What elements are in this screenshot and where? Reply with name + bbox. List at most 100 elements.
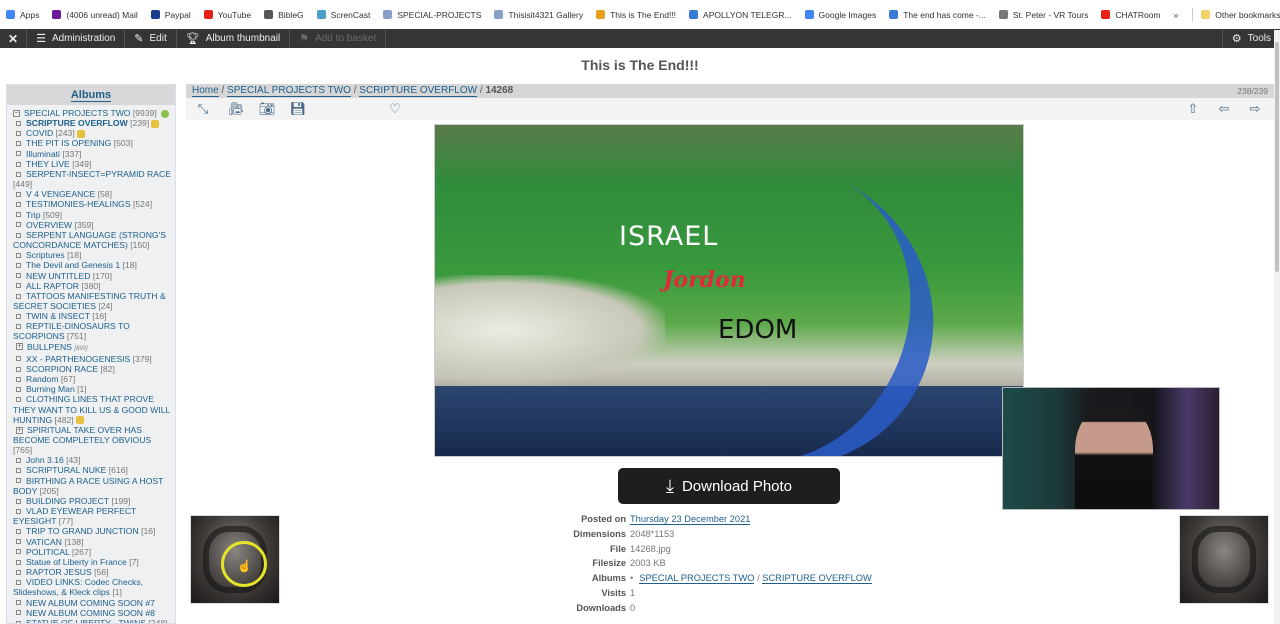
info-key: File: [609, 543, 626, 554]
download-icon: ⤓: [665, 475, 674, 496]
album-link[interactable]: Statue of Liberty in France: [26, 557, 127, 567]
album-link[interactable]: ALL RAPTOR: [26, 281, 79, 291]
album-link[interactable]: POLITICAL: [26, 547, 70, 557]
album-link[interactable]: THE PIT IS OPENING: [26, 138, 111, 148]
album-link[interactable]: NEW UNTITLED: [26, 271, 90, 281]
albums-heading: Albums: [7, 85, 175, 105]
expand-icon[interactable]: +: [16, 343, 23, 351]
bookmark-item[interactable]: APOLLYON TELEGR...: [689, 10, 792, 20]
bullet-icon: [16, 212, 21, 218]
bookmark-item[interactable]: (4006 unread) Mail: [52, 10, 138, 20]
album-count: [67]: [60, 374, 76, 385]
album-count: [43]: [66, 455, 81, 466]
previous-photo-thumbnail[interactable]: ☝: [190, 515, 280, 604]
album-root-link[interactable]: SPECIAL PROJECTS TWO: [24, 108, 131, 118]
album-link[interactable]: SCRIPTURE OVERFLOW: [26, 118, 128, 128]
next-arrow-icon[interactable]: ⇨: [1246, 101, 1264, 117]
download-photo-button[interactable]: ⤓ Download Photo: [618, 468, 840, 504]
album-link[interactable]: VATICAN: [26, 537, 62, 547]
bookmark-item[interactable]: Paypal: [150, 10, 191, 20]
album-link[interactable]: TESTIMONIES-HEALINGS: [26, 199, 131, 209]
album-link[interactable]: V 4 VENGEANCE: [26, 189, 95, 199]
albums-link[interactable]: Albums: [70, 89, 112, 102]
album-item: + SPIRITUAL TAKE OVER HAS BECOME COMPLETE…: [13, 425, 171, 455]
main-photo[interactable]: ISRAEL Jordon EDOM: [434, 124, 1024, 457]
album-link[interactable]: STATUE OF LIBERTY - TWINS: [26, 618, 146, 623]
bookmark-item[interactable]: CHATRoom: [1101, 10, 1161, 20]
save-icon[interactable]: 💾︎: [289, 101, 307, 117]
album-link[interactable]: NEW ALBUM COMING SOON #7: [26, 598, 155, 608]
bookmark-item[interactable]: SPECIAL-PROJECTS: [383, 10, 481, 20]
breadcrumb-home[interactable]: Home: [192, 85, 219, 97]
album-link[interactable]: SCRIPTURAL NUKE: [26, 465, 106, 475]
bookmarks-overflow-button[interactable]: »: [1174, 10, 1179, 20]
album-link[interactable]: BUILDING PROJECT: [26, 496, 109, 506]
album-link[interactable]: BIRTHING A RACE USING A HOST BODY: [13, 476, 163, 496]
album-link[interactable]: Random: [26, 374, 58, 384]
album-link[interactable]: OVERVIEW: [26, 220, 72, 230]
album-item: BIRTHING A RACE USING A HOST BODY [205]: [13, 476, 171, 496]
album-link[interactable]: TATTOOS MANIFESTING TRUTH & SECRET SOCIE…: [13, 291, 166, 311]
info-album-link[interactable]: SPECIAL PROJECTS TWO: [639, 573, 755, 585]
album-link[interactable]: VLAD EYEWEAR PERFECT EYESIGHT: [13, 506, 136, 526]
slideshow-icon[interactable]: 🎥︎: [227, 101, 245, 117]
album-link[interactable]: THEY LIVE: [26, 159, 70, 169]
album-link[interactable]: Scriptures: [26, 250, 65, 260]
album-link[interactable]: BULLPENS: [27, 342, 72, 352]
breadcrumb-subalbum[interactable]: SCRIPTURE OVERFLOW: [359, 85, 478, 97]
album-count: [16]: [141, 526, 156, 537]
bookmark-item[interactable]: ScrenCast: [316, 10, 370, 20]
album-link[interactable]: NEW ALBUM COMING SOON #8: [26, 608, 155, 618]
album-thumbnail-button[interactable]: 🏆︎ Album thumbnail: [177, 29, 291, 48]
bookmark-item[interactable]: The end has come -...: [889, 10, 986, 20]
expand-icon[interactable]: +: [16, 426, 23, 434]
album-count: [349]: [72, 158, 92, 169]
metadata-camera-icon[interactable]: 📷︎: [258, 101, 276, 117]
album-link[interactable]: Burning Man: [26, 384, 75, 394]
bookmark-item[interactable]: This is The End!!!: [596, 10, 676, 20]
album-link[interactable]: CLOTHING LINES THAT PROVE THEY WANT TO K…: [13, 394, 170, 424]
bookmark-item[interactable]: BibleG: [264, 10, 304, 20]
next-photo-thumbnail[interactable]: [1179, 515, 1269, 604]
bookmark-item[interactable]: YouTube: [203, 10, 251, 20]
album-count: [616]: [108, 465, 128, 476]
scrollbar-thumb[interactable]: [1275, 42, 1279, 272]
album-link[interactable]: SCORPION RACE: [26, 364, 98, 374]
biblegateway-icon: [264, 10, 274, 19]
previous-arrow-icon[interactable]: ⇦: [1215, 101, 1233, 117]
up-arrow-icon[interactable]: ⇧: [1184, 101, 1202, 117]
bookmark-item[interactable]: St. Peter - VR Tours: [998, 10, 1088, 20]
album-link[interactable]: SERPENT-INSECT=PYRAMID RACE: [26, 169, 171, 179]
administration-button[interactable]: ☰ Administration: [27, 29, 126, 48]
favorite-heart-icon[interactable]: ♡: [386, 101, 404, 117]
breadcrumb-album[interactable]: SPECIAL PROJECTS TWO: [227, 85, 351, 97]
other-bookmarks-button[interactable]: Other bookmarks: [1201, 10, 1280, 20]
album-link[interactable]: RAPTOR JESUS: [26, 567, 92, 577]
bookmark-item[interactable]: Thisisit4321 Gallery: [494, 10, 583, 20]
album-count: [509]: [42, 209, 62, 220]
album-link[interactable]: COVID: [26, 128, 53, 138]
tools-button[interactable]: ⚙ Tools: [1221, 29, 1280, 48]
album-item: SERPENT LANGUAGE (STRONG'S CONCORDANCE M…: [13, 230, 171, 250]
album-link[interactable]: Trip: [26, 210, 40, 220]
album-link[interactable]: The Devil and Genesis 1: [26, 260, 120, 270]
page-scrollbar[interactable]: [1274, 30, 1280, 624]
bookmark-item[interactable]: Google Images: [804, 10, 876, 20]
posted-date-link[interactable]: Thursday 23 December 2021: [630, 514, 751, 525]
info-subalbum-link[interactable]: SCRIPTURE OVERFLOW: [762, 573, 872, 585]
album-link[interactable]: John 3.16: [26, 455, 64, 465]
album-item: TESTIMONIES-HEALINGS [524]: [13, 199, 171, 209]
edit-button[interactable]: ✎ Edit: [125, 29, 177, 48]
album-item: BUILDING PROJECT [199]: [13, 496, 171, 506]
album-link[interactable]: SPIRITUAL TAKE OVER HAS BECOME COMPLETEL…: [13, 425, 151, 445]
album-link[interactable]: VIDEO LINKS: Codec Checks, Slideshows, &…: [13, 577, 143, 597]
collapse-icon[interactable]: −: [13, 109, 20, 117]
add-to-basket-button[interactable]: ⚑ Add to basket: [290, 29, 387, 48]
album-link[interactable]: XX - PARTHENOGENESIS: [26, 354, 130, 364]
bookmark-item[interactable]: Apps: [6, 10, 39, 20]
album-link[interactable]: Illuminati: [26, 149, 60, 159]
fullsize-icon[interactable]: ⤡: [194, 101, 212, 117]
album-link[interactable]: TWIN & INSECT: [26, 311, 90, 321]
album-link[interactable]: TRIP TO GRAND JUNCTION: [26, 526, 139, 536]
close-admin-button[interactable]: ✕: [0, 29, 28, 48]
